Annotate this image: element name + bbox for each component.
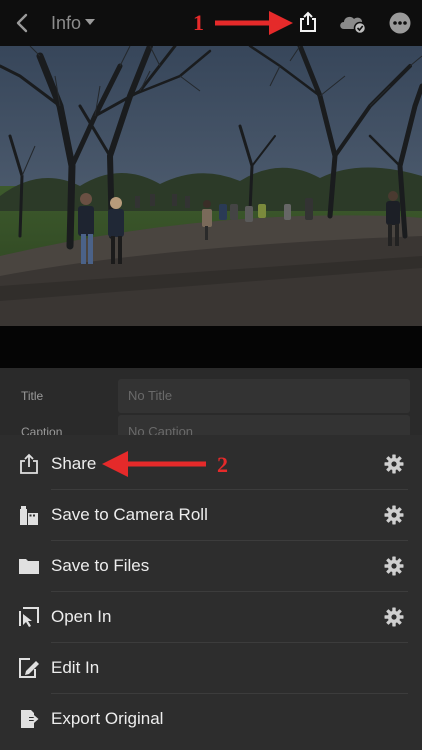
more-options-icon[interactable] xyxy=(389,12,411,34)
edit-in-icon xyxy=(19,658,39,678)
title-placeholder: No Title xyxy=(128,388,173,403)
gear-icon[interactable] xyxy=(384,505,404,525)
chevron-down-icon[interactable] xyxy=(84,17,96,27)
menu-item-open-in[interactable]: Open In xyxy=(0,592,422,643)
menu-item-save-to-camera-roll[interactable]: Save to Camera Roll xyxy=(0,490,422,541)
park-photo-image xyxy=(0,46,422,326)
annotation-arrow-left-icon xyxy=(102,451,206,477)
folder-icon xyxy=(19,559,39,574)
info-dropdown-title[interactable]: Info xyxy=(51,13,81,34)
menu-item-edit-in[interactable]: Edit In xyxy=(0,643,422,694)
title-label: Title xyxy=(21,389,44,403)
annotation-step-1: 1 xyxy=(193,10,204,35)
annotation-step-2: 2 xyxy=(217,452,228,477)
menu-item-label: Save to Files xyxy=(51,556,150,575)
title-field[interactable]: No Title xyxy=(118,379,410,413)
menu-item-share[interactable]: Share xyxy=(0,439,422,490)
gear-icon[interactable] xyxy=(384,454,404,474)
camera-roll-icon xyxy=(20,506,38,525)
gear-icon[interactable] xyxy=(384,556,404,576)
gear-icon[interactable] xyxy=(384,607,404,627)
export-original-icon xyxy=(21,710,39,728)
share-icon[interactable] xyxy=(297,11,319,33)
top-bar: Info xyxy=(0,0,422,46)
metadata-panel: Title No Title Caption No Caption xyxy=(0,368,422,449)
cloud-sync-icon[interactable] xyxy=(338,12,368,34)
share-icon xyxy=(20,453,38,474)
back-chevron-icon[interactable] xyxy=(14,13,32,33)
menu-item-label: Export Original xyxy=(51,709,164,728)
menu-item-label: Share xyxy=(51,454,97,473)
menu-item-save-to-files[interactable]: Save to Files xyxy=(0,541,422,592)
photo-letterbox xyxy=(0,326,422,368)
open-in-icon xyxy=(19,607,39,627)
menu-item-export-original[interactable]: Export Original xyxy=(0,694,422,745)
photo-preview[interactable] xyxy=(0,46,422,326)
menu-item-label: Save to Camera Roll xyxy=(51,505,208,524)
share-sheet: Share Save to Camera Roll Save to Files … xyxy=(0,435,422,750)
menu-item-label: Edit In xyxy=(51,658,100,677)
menu-item-label: Open In xyxy=(51,607,112,626)
annotation-arrow-right-icon xyxy=(215,11,293,35)
